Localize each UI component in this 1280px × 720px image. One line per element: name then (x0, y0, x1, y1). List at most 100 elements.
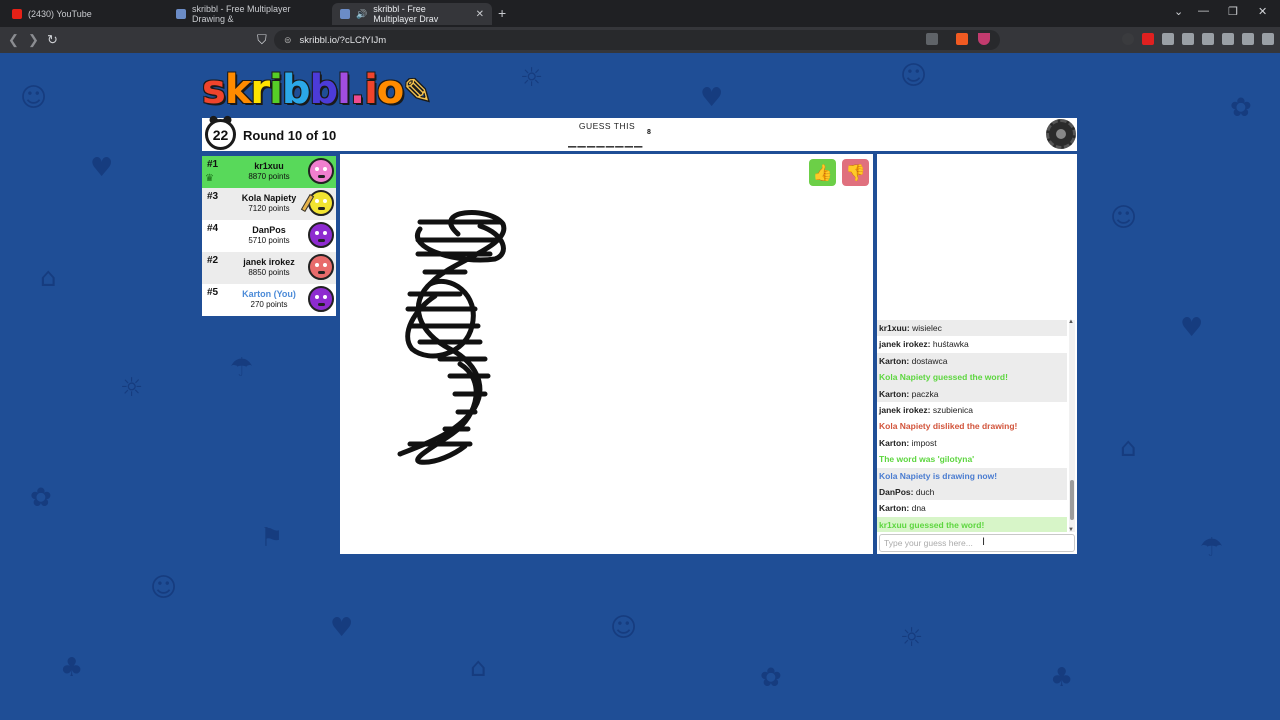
chat-message: Karton: impost (877, 435, 1067, 451)
tab-youtube[interactable]: (2430) YouTube (4, 3, 168, 25)
skribbl-logo: skribbl.io✎ (202, 67, 432, 117)
chat-system-text: Kola Napiety is drawing now! (879, 470, 998, 481)
chat-author: janek irokez (879, 339, 928, 350)
doodle-icon: ⚑ (260, 523, 284, 553)
crown-icon: ♛ (205, 173, 214, 184)
wallet-icon[interactable] (1202, 33, 1214, 45)
chat-text: duch (915, 486, 935, 497)
doodle-icon: ♣ (1050, 663, 1074, 693)
player-rank: #5 (207, 287, 219, 298)
helix-rungs (405, 219, 503, 447)
minimize-button[interactable]: — (1198, 5, 1209, 17)
chat-message: Kola Napiety is drawing now! (877, 467, 1067, 484)
player-row[interactable]: #3 Kola Napiety 7120 points (202, 188, 336, 220)
reload-icon[interactable]: ↻ (47, 32, 58, 48)
skribbl-icon (340, 9, 350, 19)
chat-text: dna (911, 503, 926, 514)
back-icon[interactable]: ❮ (8, 32, 19, 48)
player-points: 5710 points (248, 236, 290, 245)
player-points: 270 points (250, 300, 288, 309)
doodle-icon: ☺ (20, 83, 48, 113)
site-info-icon[interactable]: ⊜ (284, 35, 292, 46)
logo-letter: i (364, 67, 378, 113)
player-avatar (308, 286, 334, 312)
translate-icon[interactable] (926, 33, 938, 45)
extensions-icon[interactable] (1162, 33, 1174, 45)
logo-letter: l (337, 67, 351, 113)
guess-this-label: GUESS THIS (578, 121, 636, 131)
player-avatar (308, 158, 334, 184)
doodle-icon: ♥ (700, 83, 724, 113)
player-points: 7120 points (248, 204, 290, 213)
doodle-icon: ☺ (150, 573, 178, 603)
doodle-icon: ✿ (1230, 93, 1252, 123)
settings-gear-icon[interactable] (1046, 119, 1076, 149)
chat-message: DanPos: duch (877, 483, 1067, 501)
tab-skribbl-1[interactable]: skribbl - Free Multiplayer Drawing & (168, 3, 332, 25)
chat-author: Karton (879, 437, 907, 448)
bookmark-icon[interactable]: ⛉ (257, 32, 267, 48)
browser-tab-bar: (2430) YouTube skribbl - Free Multiplaye… (0, 0, 1280, 27)
tab-title: skribbl - Free Multiplayer Drav (373, 4, 439, 24)
doodle-icon: ☺ (900, 61, 928, 91)
player-rank: #1 (207, 159, 219, 170)
rewards-icon[interactable] (978, 33, 990, 45)
chat-author: DanPos (879, 486, 911, 497)
alarm-clock-icon: 22 (205, 119, 236, 150)
player-name: kr1xuu (254, 161, 284, 171)
logo-letter: i (269, 67, 283, 113)
logo-letter: b (281, 67, 311, 113)
tab-title: (2430) YouTube (28, 9, 92, 19)
player-points: 8850 points (248, 268, 290, 277)
tab-skribbl-active[interactable]: 🔊 skribbl - Free Multiplayer Drav ✕ (332, 3, 492, 25)
logo-letter: k (224, 67, 252, 113)
close-window-button[interactable]: ✕ (1258, 5, 1267, 18)
logo-letter: . (349, 67, 365, 113)
skribbl-page: ☺ ♥ ⌂ ☼ ✿ ☺ ♣ ☂ ⚑ ♥ ⌂ ☺ ✿ ☼ ♣ ☺ ♥ ⌂ ☂ ✿ … (0, 53, 1280, 720)
speaker-icon: 🔊 (356, 8, 368, 19)
player-row[interactable]: #5 Karton (You) 270 points (202, 284, 336, 316)
doodle-icon: ✿ (30, 483, 52, 513)
doodle-icon: ✿ (760, 663, 782, 693)
drawing-canvas[interactable]: 👍 👎 (340, 154, 873, 554)
forward-icon[interactable]: ❯ (28, 32, 39, 48)
leo-icon[interactable] (1222, 33, 1234, 45)
record-icon[interactable] (1122, 33, 1134, 45)
menu-icon[interactable] (1262, 33, 1274, 45)
address-bar[interactable]: ⊜ skribbl.io/?cLCfYIJm (274, 30, 1000, 50)
chat-author: Karton (879, 388, 907, 399)
chat-message: kr1xuu: wisielec (877, 320, 1067, 337)
new-tab-button[interactable]: + (498, 5, 506, 21)
player-avatar (308, 222, 334, 248)
doodle-icon: ⌂ (40, 263, 57, 293)
browser-toolbar: ❮ ❯ ↻ ⛉ ⊜ skribbl.io/?cLCfYIJm (0, 27, 1280, 53)
chat-panel: kr1xuu: wisielec janek irokez: huśtawka Ka… (877, 154, 1077, 554)
close-tab-icon[interactable]: ✕ (476, 9, 484, 20)
restore-button[interactable]: ❐ (1228, 5, 1238, 18)
tab-search-icon[interactable]: ⌄ (1174, 5, 1183, 18)
doodle-icon: ♣ (60, 653, 84, 683)
scrollbar-thumb[interactable] (1070, 480, 1074, 520)
scroll-up-icon[interactable]: ▲ (1068, 319, 1074, 325)
scroll-down-icon[interactable]: ▼ (1068, 527, 1074, 533)
chat-scrollbar[interactable]: ▲ ▼ (1068, 319, 1075, 533)
chat-system-text: kr1xuu guessed the word! (879, 519, 985, 530)
chat-text: wisielec (912, 323, 942, 333)
player-row[interactable]: #2 janek irokez 8850 points (202, 252, 336, 284)
sidebar-icon[interactable] (1182, 33, 1194, 45)
player-avatar (308, 254, 334, 280)
chat-message: Kola Napiety disliked the drawing! (877, 418, 1067, 434)
chat-text: szubienica (932, 404, 974, 415)
youtube-icon (12, 9, 22, 19)
player-row[interactable]: #4 DanPos 5710 points (202, 220, 336, 252)
youtube-ext-icon[interactable] (1142, 33, 1154, 45)
doodle-icon: ♥ (330, 613, 354, 643)
player-row[interactable]: #1 kr1xuu 8870 points ♛ (202, 156, 336, 188)
url-text: skribbl.io/?cLCfYIJm (299, 34, 387, 46)
vpn-icon[interactable] (1242, 33, 1254, 45)
doodle-icon: ☼ (900, 623, 924, 653)
helix-strand-a (397, 210, 507, 457)
brave-shield-icon[interactable] (956, 33, 968, 45)
guess-input[interactable] (879, 534, 1075, 552)
doodle-icon: ☼ (520, 63, 544, 93)
